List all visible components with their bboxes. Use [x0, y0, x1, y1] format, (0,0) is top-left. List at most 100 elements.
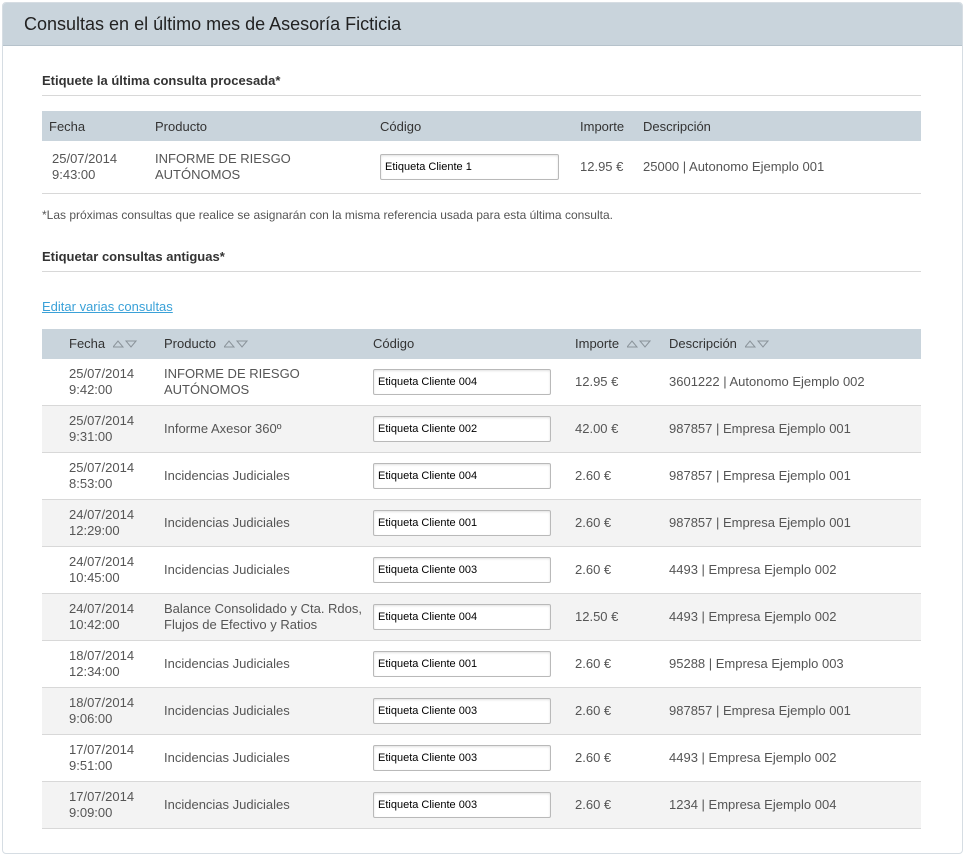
- code-input[interactable]: [373, 510, 551, 536]
- code-input[interactable]: [373, 651, 551, 677]
- product-cell: INFORME DE RIESGO AUTÓNOMOS: [155, 150, 291, 182]
- amount-cell: 2.60 €: [575, 656, 612, 671]
- table-row: 17/07/2014 9:51:00 Incidencias Judiciale…: [42, 735, 921, 782]
- table-row: 17/07/2014 9:09:00 Incidencias Judiciale…: [42, 781, 921, 829]
- sort-arrows-icon[interactable]: [224, 339, 249, 348]
- product-cell: Incidencias Judiciales: [164, 750, 290, 765]
- code-input[interactable]: [373, 416, 551, 442]
- panel: Consultas en el último mes de Asesoría F…: [2, 2, 963, 854]
- code-cell: [373, 500, 575, 547]
- column-header-producto[interactable]: Producto: [164, 328, 373, 359]
- product-cell: Incidencias Judiciales: [164, 515, 290, 530]
- amount-cell: 2.60 €: [575, 562, 612, 577]
- column-header-descripcion: Descripción: [643, 111, 921, 141]
- table-row: 18/07/2014 12:34:00 Incidencias Judicial…: [42, 641, 921, 688]
- last-query-table: Fecha Producto Código Importe Descripció…: [42, 111, 921, 194]
- code-cell: [373, 688, 575, 735]
- time: 9:06:00: [69, 711, 113, 726]
- table-row: 24/07/2014 10:42:00 Balance Consolidado …: [42, 593, 921, 641]
- amount-cell: 2.60 €: [575, 703, 612, 718]
- product-cell: Incidencias Judiciales: [164, 703, 290, 718]
- column-label: Importe: [575, 336, 620, 351]
- table-row: 24/07/2014 10:45:00 Incidencias Judicial…: [42, 547, 921, 594]
- sort-arrows-icon[interactable]: [113, 339, 138, 348]
- column-header-descripcion[interactable]: Descripción: [669, 328, 921, 359]
- time: 9:43:00: [52, 166, 96, 182]
- product-cell: INFORME DE RIESGO AUTÓNOMOS: [164, 365, 300, 397]
- date: 24/07/2014: [69, 554, 135, 569]
- date: 17/07/2014: [69, 789, 135, 804]
- date: 24/07/2014: [69, 507, 135, 522]
- code-cell: [373, 594, 575, 641]
- product-cell: Incidencias Judiciales: [164, 468, 290, 483]
- table-row: 24/07/2014 12:29:00 Incidencias Judicial…: [42, 499, 921, 547]
- footnote: *Las próximas consultas que realice se a…: [42, 207, 613, 222]
- sort-arrows-icon[interactable]: [744, 339, 769, 348]
- column-header-codigo: Código: [380, 111, 580, 141]
- sort-arrows-icon[interactable]: [627, 339, 652, 348]
- product-cell: Incidencias Judiciales: [164, 797, 290, 812]
- column-header-fecha: Fecha: [42, 111, 155, 141]
- table-row: 25/07/2014 9:31:00 Informe Axesor 360º 4…: [42, 405, 921, 453]
- amount-cell: 42.00 €: [575, 421, 619, 436]
- date: 24/07/2014: [69, 601, 135, 616]
- time: 12:29:00: [69, 523, 120, 538]
- date-cell: 24/07/2014 12:29:00: [42, 500, 164, 547]
- date-cell: 24/07/2014 10:45:00: [42, 547, 164, 594]
- table-row: 25/07/2014 9:42:00 INFORME DE RIESGO AUT…: [42, 359, 921, 406]
- code-cell: [380, 141, 580, 193]
- column-header-importe[interactable]: Importe: [575, 328, 669, 359]
- table-row: 18/07/2014 9:06:00 Incidencias Judiciale…: [42, 687, 921, 735]
- time: 12:34:00: [69, 664, 120, 679]
- date: 18/07/2014: [69, 648, 135, 663]
- old-queries-table: Fecha Producto Código Importe Descripció…: [42, 328, 921, 830]
- column-header-fecha[interactable]: Fecha: [42, 328, 164, 359]
- amount-cell: 12.95 €: [580, 158, 624, 174]
- description-cell: 4493 | Empresa Ejemplo 002: [669, 562, 837, 577]
- panel-header: Consultas en el último mes de Asesoría F…: [3, 3, 962, 46]
- table-row: 25/07/2014 9:43:00 INFORME DE RIESGO AUT…: [42, 141, 921, 193]
- time: 10:45:00: [69, 570, 120, 585]
- code-cell: [373, 782, 575, 829]
- time: 8:53:00: [69, 476, 113, 491]
- column-label: Fecha: [69, 336, 106, 351]
- last-query-section-title: Etiquete la última consulta procesada*: [42, 46, 921, 96]
- code-input[interactable]: [373, 792, 551, 818]
- code-cell: [373, 641, 575, 688]
- code-input[interactable]: [373, 557, 551, 583]
- time: 9:51:00: [69, 758, 113, 773]
- time: 9:42:00: [69, 381, 113, 397]
- column-label: Producto: [164, 336, 217, 351]
- amount-cell: 12.95 €: [575, 373, 619, 389]
- column-label: Descripción: [669, 336, 737, 351]
- code-input[interactable]: [373, 698, 551, 724]
- code-input[interactable]: [373, 604, 551, 630]
- amount-cell: 2.60 €: [575, 515, 612, 530]
- table-row: 25/07/2014 8:53:00 Incidencias Judiciale…: [42, 453, 921, 500]
- code-input[interactable]: [380, 153, 559, 180]
- description-cell: 3601222 | Autonomo Ejemplo 002: [669, 373, 865, 389]
- date-cell: 17/07/2014 9:51:00: [42, 735, 164, 782]
- description-cell: 987857 | Empresa Ejemplo 001: [669, 703, 851, 718]
- date: 17/07/2014: [69, 742, 135, 757]
- code-cell: [373, 453, 575, 500]
- description-cell: 4493 | Empresa Ejemplo 002: [669, 609, 837, 624]
- code-input[interactable]: [373, 463, 551, 489]
- date-cell: 25/07/2014 9:43:00: [42, 141, 155, 193]
- old-queries-section-title: Etiquetar consultas antiguas*: [42, 222, 921, 272]
- code-cell: [373, 359, 575, 406]
- edit-multiple-link[interactable]: Editar varias consultas: [42, 299, 173, 314]
- description-cell: 95288 | Empresa Ejemplo 003: [669, 656, 844, 671]
- old-queries-header-row: Fecha Producto Código Importe Descripció…: [42, 328, 921, 359]
- description-cell: 987857 | Empresa Ejemplo 001: [669, 421, 851, 436]
- code-input[interactable]: [373, 745, 551, 771]
- date-cell: 25/07/2014 9:42:00: [42, 359, 164, 406]
- code-input[interactable]: [373, 368, 551, 395]
- code-cell: [373, 735, 575, 782]
- column-header-producto: Producto: [155, 111, 380, 141]
- column-header-codigo: Código: [373, 328, 575, 359]
- column-header-importe: Importe: [580, 111, 643, 141]
- description-cell: 987857 | Empresa Ejemplo 001: [669, 515, 851, 530]
- amount-cell: 2.60 €: [575, 797, 612, 812]
- date-cell: 25/07/2014 9:31:00: [42, 406, 164, 453]
